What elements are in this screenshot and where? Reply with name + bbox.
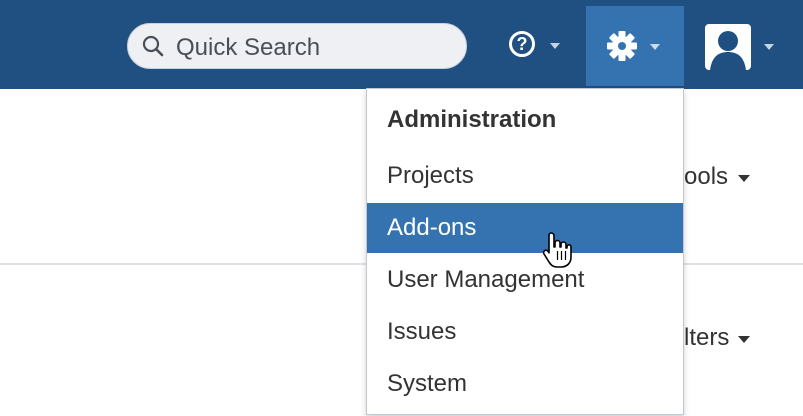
- chevron-down-icon: [650, 44, 660, 50]
- chevron-down-icon: [550, 43, 560, 49]
- menu-item-projects[interactable]: Projects: [367, 151, 683, 201]
- settings-menu-button[interactable]: [586, 6, 684, 86]
- chevron-down-icon: [764, 44, 774, 50]
- filters-menu-label[interactable]: lters: [684, 324, 729, 352]
- help-icon: ?: [509, 31, 535, 57]
- quick-search-input[interactable]: Quick Search: [127, 23, 467, 69]
- menu-item-user-management[interactable]: User Management: [367, 255, 683, 305]
- user-avatar-icon: [705, 24, 751, 70]
- menu-item-system[interactable]: System: [367, 359, 683, 409]
- help-menu-button[interactable]: ?: [496, 6, 570, 86]
- search-placeholder: Quick Search: [176, 34, 321, 61]
- top-navigation-bar: Quick Search ?: [0, 0, 803, 89]
- administration-dropdown-menu: Administration Projects Add-ons User Man…: [366, 88, 684, 415]
- hand-pointer-icon: [542, 232, 572, 268]
- chevron-down-icon: [738, 336, 750, 343]
- menu-item-add-ons[interactable]: Add-ons: [367, 203, 683, 253]
- search-icon: [142, 35, 164, 57]
- gear-icon: [607, 31, 637, 61]
- tools-menu-label[interactable]: ools: [684, 163, 728, 191]
- profile-menu-button[interactable]: [696, 6, 786, 86]
- chevron-down-icon: [738, 175, 750, 182]
- menu-item-issues[interactable]: Issues: [367, 307, 683, 357]
- menu-heading: Administration: [387, 106, 557, 133]
